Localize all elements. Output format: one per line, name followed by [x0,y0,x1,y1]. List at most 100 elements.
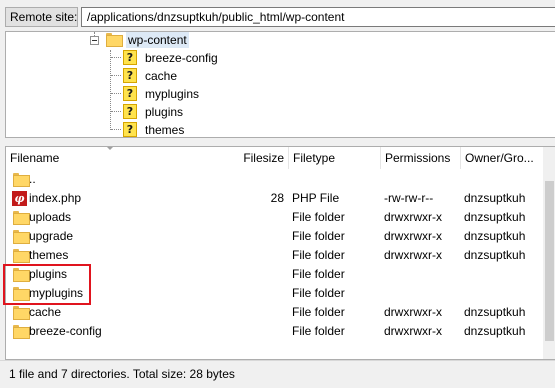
cell-filesize [206,284,284,303]
question-icon: ? [123,86,137,101]
question-icon: ? [123,104,137,119]
cell-permissions: drwxrwxr-x [384,210,442,224]
column-header-filesize[interactable]: Filesize [206,147,288,169]
cell-filesize [206,246,284,265]
cell-permissions [384,284,464,303]
cell-owner: dnzsuptkuh [464,191,526,205]
cell-filesize [206,303,284,322]
folder-icon [13,173,30,187]
cell-filesize [206,208,284,227]
tree-item-label: themes [145,123,185,137]
table-row[interactable]: φ index.php 28 PHP File -rw-rw-r-- dnzsuptkuh [6,189,536,208]
cell-owner [464,170,536,189]
cell-filesize [206,322,284,341]
cell-filename: .. [29,172,36,186]
folder-icon [13,211,30,225]
folder-icon [13,287,30,301]
cell-permissions: drwxrwxr-x [384,229,442,243]
question-icon: ? [123,50,137,65]
tree-item-label: plugins [145,105,184,119]
pane-splitter[interactable] [0,138,555,146]
tree-guide-line [111,93,121,94]
cell-filetype: PHP File [292,191,340,205]
cell-filetype: File folder [292,267,345,281]
table-row[interactable]: breeze-config File folder drwxrwxr-x dnzsup… [6,322,536,341]
cell-permissions: -rw-rw-r-- [384,191,434,205]
tree-item-label: wp-content [126,32,189,48]
cell-permissions: drwxrwxr-x [384,324,442,338]
cell-filename: index.php [29,191,82,205]
table-row[interactable]: .. [6,170,536,189]
remote-path-input[interactable]: /applications/dnzsuptkuh/public_html/wp-… [81,7,555,27]
table-row[interactable]: upgrade File folder drwxrwxr-x dnzsuptkuh [6,227,536,246]
tree-guide-line [110,50,111,130]
cell-filename: upgrade [29,229,74,243]
cell-permissions: drwxrwxr-x [384,248,442,262]
column-header-filename[interactable]: Filename [6,147,206,169]
question-icon: ? [123,122,137,137]
cell-filename: breeze-config [29,324,102,338]
vertical-scrollbar[interactable] [543,169,555,359]
cell-permissions [384,265,464,284]
column-header-owner[interactable]: Owner/Gro... [460,147,543,169]
folder-icon [13,249,30,263]
cell-filesize [206,227,284,246]
cell-filetype: File folder [292,305,345,319]
tree-item-label: breeze-config [145,51,218,65]
cell-filename: themes [29,248,69,262]
cell-permissions: drwxrwxr-x [384,305,442,319]
cell-owner: dnzsuptkuh [464,305,526,319]
folder-icon [13,268,30,282]
status-text: 1 file and 7 directories. Total size: 28… [9,367,235,381]
cell-owner [464,265,536,284]
cell-owner: dnzsuptkuh [464,324,526,338]
cell-filetype [292,170,382,189]
remote-site-label: Remote site: [5,7,78,27]
remote-directory-tree[interactable]: wp-content ? breeze-config ? cache ? myp… [5,31,555,138]
file-rows: .. φ index.php 28 PHP File -rw-rw-r-- dnzsuptk… [6,170,536,341]
cell-owner [464,284,536,303]
scrollbar-thumb[interactable] [545,181,554,341]
tree-guide-line [111,57,121,58]
folder-icon [13,325,30,339]
tree-guide-line [111,75,121,76]
collapse-toggle-icon[interactable] [90,36,99,45]
column-header-permissions[interactable]: Permissions [380,147,460,169]
cell-filename: plugins [29,267,68,281]
cell-filetype: File folder [292,286,345,300]
cell-permissions [384,170,464,189]
folder-icon [13,306,30,320]
cell-owner: dnzsuptkuh [464,248,526,262]
table-row[interactable]: themes File folder drwxrwxr-x dnzsuptkuh [6,246,536,265]
folder-icon [106,33,123,47]
cell-filename: uploads [29,210,72,224]
tree-item-label: myplugins [145,87,200,101]
status-bar: 1 file and 7 directories. Total size: 28… [0,360,555,388]
cell-filesize [206,170,284,189]
cell-filesize: 28 [270,191,284,205]
remote-file-list[interactable]: Filename Filesize Filetype Permissions O… [5,146,555,360]
table-row[interactable]: myplugins File folder [6,284,536,303]
folder-icon [13,230,30,244]
question-icon: ? [123,68,137,83]
scrollbar-corner [543,147,555,169]
table-row[interactable]: cache File folder drwxrwxr-x dnzsuptkuh [6,303,536,322]
cell-filesize [206,265,284,284]
column-header-filetype[interactable]: Filetype [288,147,380,169]
cell-filename: cache [29,305,62,319]
tree-item-label: cache [145,69,178,83]
cell-filename: myplugins [29,286,84,300]
remote-site-bar: Remote site: /applications/dnzsuptkuh/pu… [0,0,555,31]
cell-filetype: File folder [292,324,345,338]
php-file-icon: φ [12,191,27,206]
cell-filetype: File folder [292,248,345,262]
cell-filetype: File folder [292,210,345,224]
table-row[interactable]: plugins File folder [6,265,536,284]
cell-owner: dnzsuptkuh [464,229,526,243]
cell-owner: dnzsuptkuh [464,210,526,224]
tree-guide-line [111,111,121,112]
cell-filetype: File folder [292,229,345,243]
list-header: Filename Filesize Filetype Permissions O… [6,147,555,169]
tree-guide-line [111,129,121,130]
table-row[interactable]: uploads File folder drwxrwxr-x dnzsuptkuh [6,208,536,227]
